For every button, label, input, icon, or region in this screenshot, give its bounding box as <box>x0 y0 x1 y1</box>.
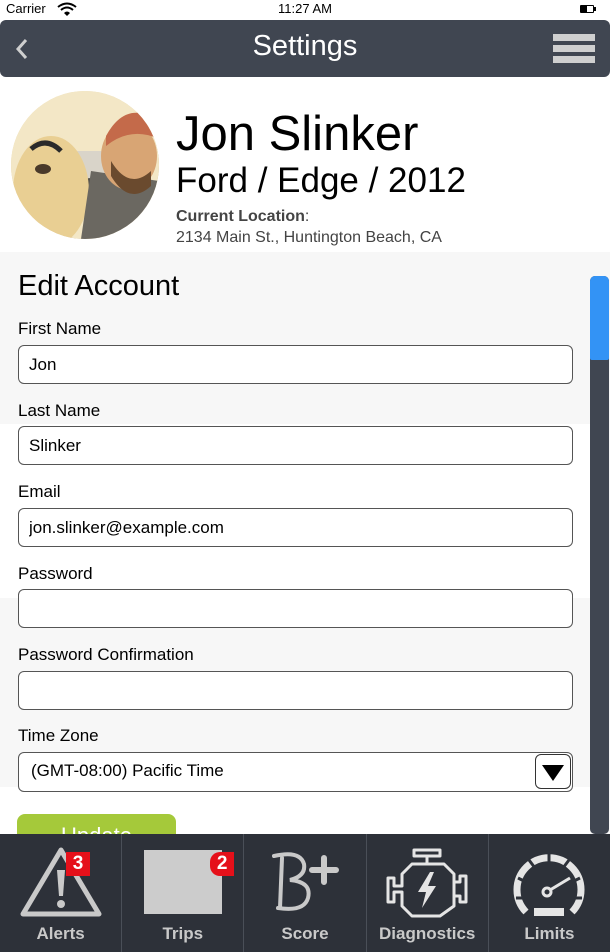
email-input[interactable] <box>18 508 573 547</box>
tab-label: Trips <box>162 924 204 943</box>
first-name-label: First Name <box>18 319 102 338</box>
scrollbar[interactable] <box>590 276 609 834</box>
password-label: Password <box>18 564 93 583</box>
alerts-badge: 3 <box>66 852 90 876</box>
tab-label: Diagnostics <box>379 924 476 943</box>
time-zone-select[interactable]: (GMT-08:00) Pacific Time <box>18 752 573 792</box>
grade-b-plus-icon <box>272 852 339 911</box>
status-bar: Carrier 11:27 AM <box>0 0 610 18</box>
scrollbar-thumb[interactable] <box>590 276 609 360</box>
tab-limits[interactable]: Limits <box>489 834 610 952</box>
last-name-label: Last Name <box>18 401 101 420</box>
vehicle-info: Ford / Edge / 2012 <box>176 161 466 200</box>
tab-label: Score <box>281 924 329 943</box>
tab-score[interactable]: Score <box>244 834 367 952</box>
navigation-bar: Settings <box>0 20 610 77</box>
time-zone-label: Time Zone <box>18 726 99 745</box>
tab-alerts[interactable]: 3 Alerts <box>0 834 123 952</box>
speedometer-icon <box>513 852 585 916</box>
trips-badge: 2 <box>210 852 235 876</box>
bottom-tab-bar: 3 Alerts 2 Trips Score Diagnostics Limit… <box>0 834 610 952</box>
time-zone-selected-value: (GMT-08:00) Pacific Time <box>31 761 224 780</box>
warning-triangle-icon <box>20 847 102 917</box>
hamburger-menu-icon[interactable] <box>553 34 595 64</box>
form-title: Edit Account <box>18 270 180 302</box>
tab-trips[interactable]: 2 Trips <box>122 834 245 952</box>
user-name: Jon Slinker <box>176 107 419 161</box>
current-location-label: Current Location: <box>176 208 310 225</box>
page-title: Settings <box>252 30 358 62</box>
edit-account-form: Edit Account First Name Last Name Email … <box>0 252 610 834</box>
profile-header: Jon Slinker Ford / Edge / 2012 Current L… <box>0 80 610 252</box>
dropdown-arrow-icon[interactable] <box>535 754 571 789</box>
last-name-input[interactable] <box>18 426 573 465</box>
tab-label: Alerts <box>36 924 85 943</box>
current-location-value: 2134 Main St., Huntington Beach, CA <box>176 229 442 246</box>
avatar-photo <box>11 91 159 239</box>
password-confirmation-input[interactable] <box>18 671 573 710</box>
avatar <box>11 91 159 239</box>
password-confirmation-label: Password Confirmation <box>18 645 194 664</box>
tab-diagnostics[interactable]: Diagnostics <box>367 834 489 952</box>
update-button[interactable]: Update <box>17 814 176 834</box>
battery-icon <box>580 5 596 13</box>
tab-label: Limits <box>524 924 575 943</box>
email-label: Email <box>18 482 61 501</box>
engine-icon <box>386 848 468 918</box>
password-input[interactable] <box>18 589 573 628</box>
clock: 11:27 AM <box>278 1 332 16</box>
first-name-input[interactable] <box>18 345 573 384</box>
